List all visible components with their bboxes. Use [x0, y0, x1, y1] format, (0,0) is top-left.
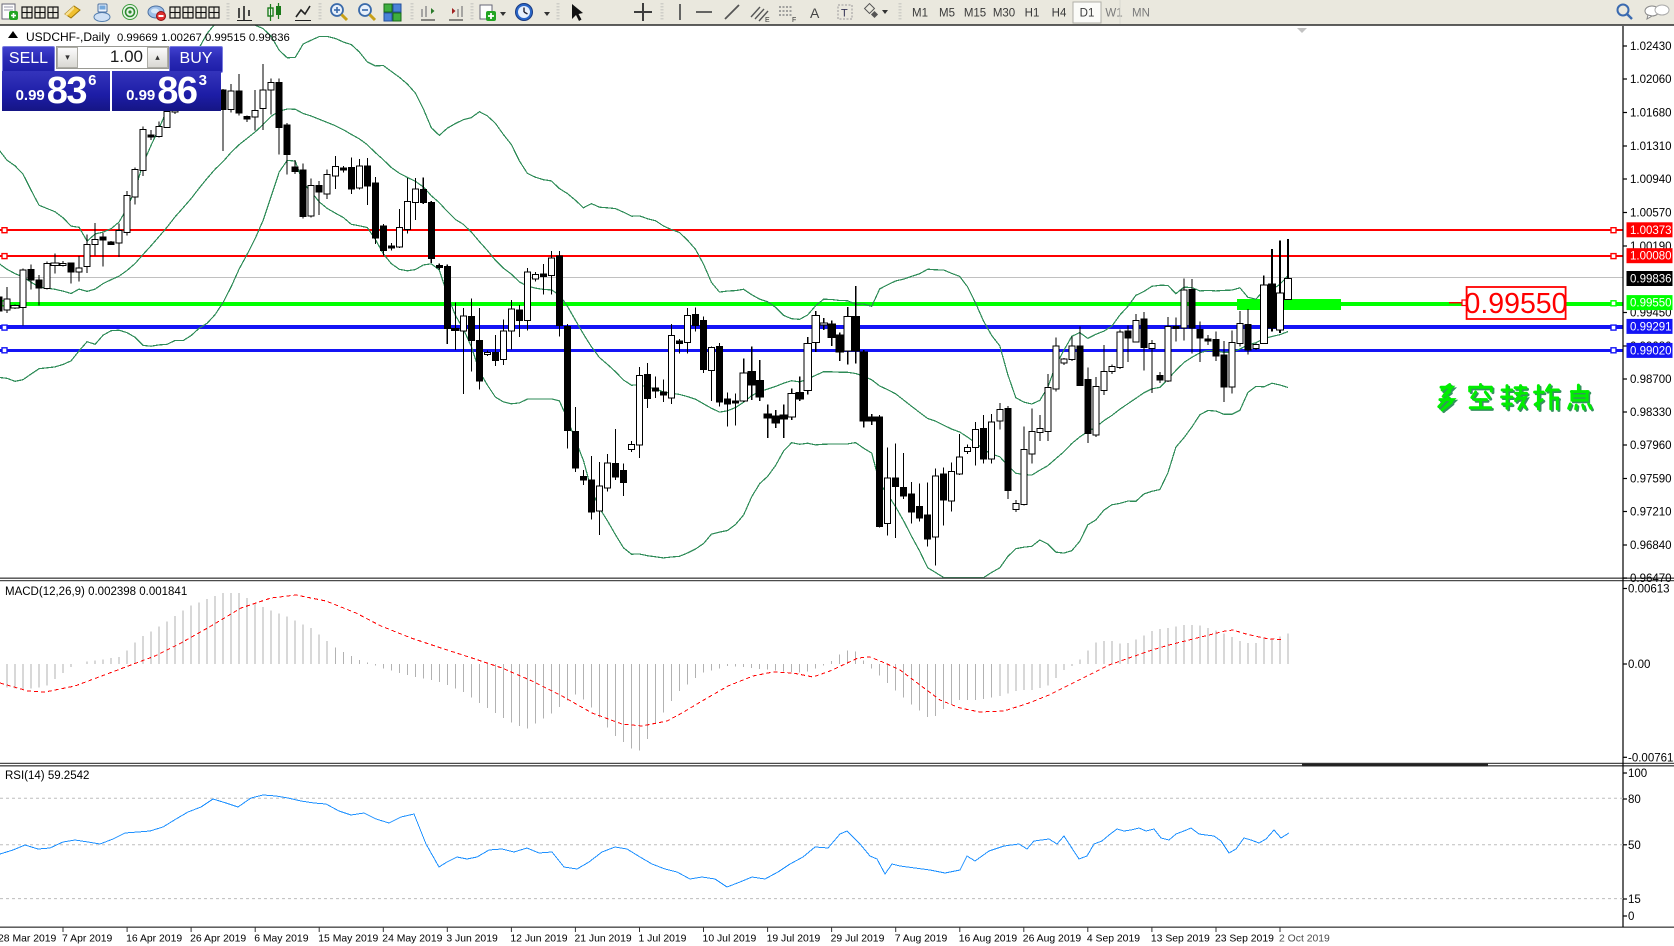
- svg-text:12 Jun 2019: 12 Jun 2019: [510, 934, 567, 945]
- svg-text:26 Apr 2019: 26 Apr 2019: [190, 934, 246, 945]
- svg-text:0.97590: 0.97590: [1630, 474, 1672, 486]
- svg-text:0.97210: 0.97210: [1630, 507, 1672, 519]
- svg-text:80: 80: [1628, 794, 1641, 806]
- svg-text:1.02430: 1.02430: [1630, 41, 1672, 53]
- svg-text:1.00940: 1.00940: [1630, 174, 1672, 186]
- svg-text:1.00080: 1.00080: [1630, 251, 1672, 263]
- svg-text:13 Sep 2019: 13 Sep 2019: [1151, 934, 1210, 945]
- svg-text:0.00613: 0.00613: [1628, 584, 1670, 596]
- svg-text:0.99550: 0.99550: [1464, 288, 1567, 320]
- svg-text:21 Jun 2019: 21 Jun 2019: [574, 934, 631, 945]
- svg-text:0.99836: 0.99836: [1630, 274, 1672, 286]
- svg-text:0.98330: 0.98330: [1630, 407, 1672, 419]
- svg-text:0.99669 1.00267 0.99515 0.9983: 0.99669 1.00267 0.99515 0.99836: [117, 32, 290, 44]
- svg-text:26 Aug 2019: 26 Aug 2019: [1023, 934, 1082, 945]
- svg-text:USDCHF-,Daily: USDCHF-,Daily: [26, 30, 110, 44]
- svg-text:1.01310: 1.01310: [1630, 141, 1672, 153]
- svg-text:1.01680: 1.01680: [1630, 108, 1672, 120]
- svg-text:A: A: [810, 5, 820, 21]
- svg-text:28 Mar 2019: 28 Mar 2019: [0, 934, 57, 945]
- svg-text:0.99550: 0.99550: [1630, 298, 1672, 310]
- svg-text:1.00570: 1.00570: [1630, 208, 1672, 220]
- svg-text:M1: M1: [912, 8, 928, 20]
- svg-text:15 May 2019: 15 May 2019: [318, 934, 378, 945]
- svg-text:16 Aug 2019: 16 Aug 2019: [959, 934, 1018, 945]
- svg-text:7 Aug 2019: 7 Aug 2019: [895, 934, 948, 945]
- svg-text:0.96840: 0.96840: [1630, 540, 1672, 552]
- svg-text:0.99020: 0.99020: [1630, 345, 1672, 357]
- svg-text:1.00373: 1.00373: [1630, 225, 1672, 237]
- svg-text:H4: H4: [1052, 8, 1067, 20]
- svg-text:0.00: 0.00: [1628, 659, 1650, 671]
- svg-text:RSI(14) 59.2542: RSI(14) 59.2542: [5, 770, 89, 782]
- svg-text:-0.007612: -0.007612: [1628, 752, 1674, 764]
- svg-text:29 Jul 2019: 29 Jul 2019: [831, 934, 885, 945]
- svg-text:MACD(12,26,9) 0.002398 0.00184: MACD(12,26,9) 0.002398 0.001841: [5, 586, 187, 598]
- svg-text:T: T: [841, 8, 848, 20]
- svg-text:19 Jul 2019: 19 Jul 2019: [767, 934, 821, 945]
- svg-text:15: 15: [1628, 894, 1641, 906]
- svg-text:M30: M30: [993, 8, 1015, 20]
- svg-text:16 Apr 2019: 16 Apr 2019: [126, 934, 182, 945]
- svg-text:7 Apr 2019: 7 Apr 2019: [62, 934, 112, 945]
- svg-text:F: F: [792, 17, 796, 24]
- svg-text:0: 0: [1628, 911, 1634, 923]
- svg-text:0.98700: 0.98700: [1630, 374, 1672, 386]
- svg-text:MN: MN: [1132, 8, 1150, 20]
- svg-text:6 May 2019: 6 May 2019: [254, 934, 309, 945]
- svg-text:10 Jul 2019: 10 Jul 2019: [703, 934, 757, 945]
- svg-text:100: 100: [1628, 768, 1647, 780]
- svg-text:0.97960: 0.97960: [1630, 440, 1672, 452]
- svg-text:D1: D1: [1080, 8, 1095, 20]
- svg-text:H1: H1: [1025, 8, 1040, 20]
- svg-text:23 Sep 2019: 23 Sep 2019: [1215, 934, 1274, 945]
- svg-text:1 Jul 2019: 1 Jul 2019: [639, 934, 687, 945]
- svg-text:4 Sep 2019: 4 Sep 2019: [1087, 934, 1140, 945]
- svg-text:2 Oct 2019: 2 Oct 2019: [1279, 934, 1330, 945]
- svg-text:50: 50: [1628, 840, 1641, 852]
- svg-text:0.99291: 0.99291: [1630, 321, 1672, 333]
- svg-text:1.02060: 1.02060: [1630, 74, 1672, 86]
- svg-text:M5: M5: [939, 8, 955, 20]
- svg-text:24 May 2019: 24 May 2019: [382, 934, 442, 945]
- svg-text:E: E: [765, 17, 770, 24]
- svg-text:3 Jun 2019: 3 Jun 2019: [446, 934, 498, 945]
- svg-text:M15: M15: [964, 8, 986, 20]
